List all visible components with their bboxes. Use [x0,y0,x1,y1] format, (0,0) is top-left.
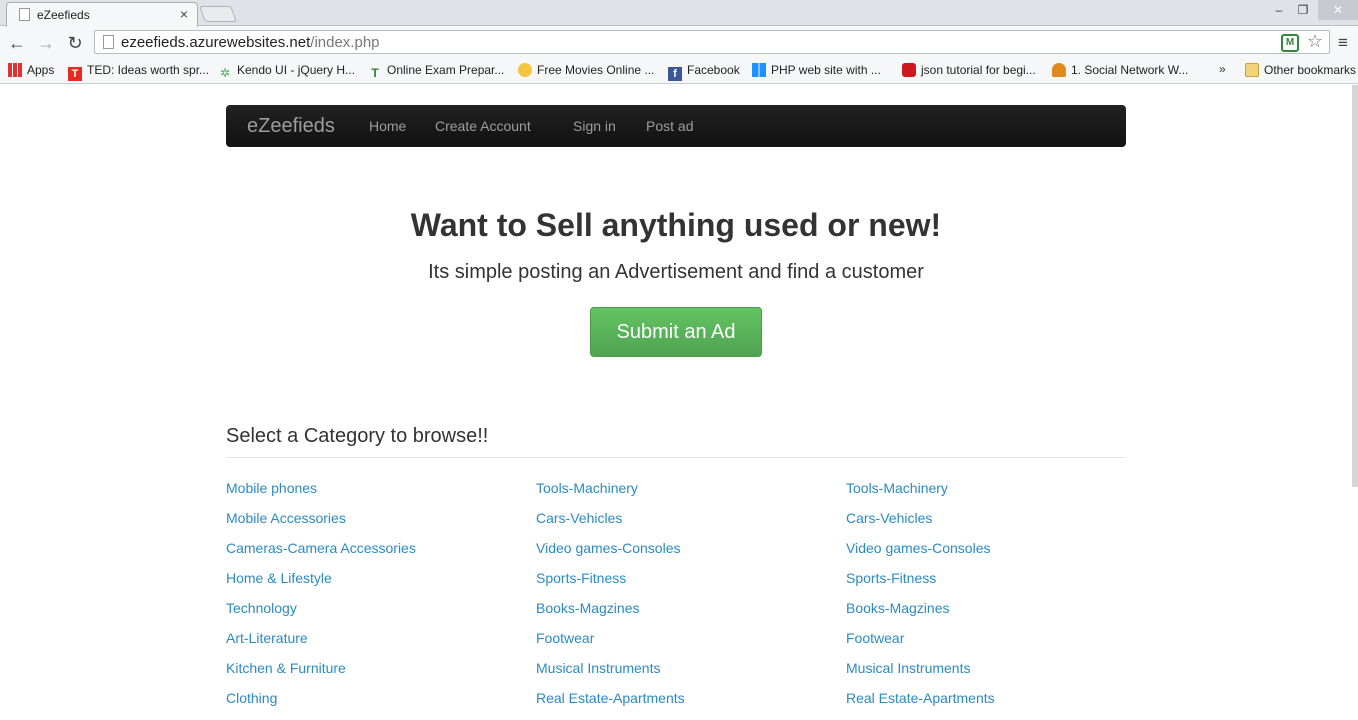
restore-window-icon[interactable]: ❐ [1292,0,1314,20]
submit-ad-button[interactable]: Submit an Ad [590,307,762,357]
bookmark-label: Apps [27,63,55,77]
bookmarks-overflow-icon[interactable]: » [1219,62,1226,76]
windows-icon [752,63,766,77]
bookmark-label: TED: Ideas worth spr... [87,63,210,77]
category-link[interactable]: Footwear [846,630,1146,660]
close-window-icon[interactable]: ✕ [1318,0,1358,20]
category-link[interactable]: Art-Literature [226,630,526,660]
ted-icon: T [68,67,82,81]
bookmark-label: Other bookmarks [1264,63,1357,77]
category-heading: Select a Category to browse!! [226,425,489,447]
bookmark-social-network[interactable]: 1. Social Network W... [1052,63,1188,77]
divider [226,457,1126,458]
nav-home[interactable]: Home [369,118,406,134]
youtube-icon [902,63,916,77]
tab-title: eZeefieds [37,8,90,22]
category-link[interactable]: Tools-Machinery [846,480,1146,510]
forward-arrow-icon[interactable]: → [36,33,56,53]
bookmark-star-icon[interactable]: ☆ [1307,31,1323,52]
extension-icon[interactable]: M [1281,34,1299,52]
page-favicon-icon [19,8,30,21]
hero-subtitle: Its simple posting an Advertisement and … [428,261,924,283]
bookmark-facebook[interactable]: f Facebook [668,63,740,81]
category-link[interactable]: Musical Instruments [536,660,836,690]
category-link[interactable]: Cameras-Camera Accessories [226,540,526,570]
category-link[interactable]: Technology [226,600,526,630]
minimize-window-icon[interactable]: – [1268,0,1290,20]
chrome-menu-icon[interactable]: ≡ [1338,33,1356,53]
site-navbar: eZeefieds Home Create Account Sign in Po… [226,105,1126,147]
category-link[interactable]: Mobile Accessories [226,510,526,540]
category-link[interactable]: Cars-Vehicles [846,510,1146,540]
site-brand[interactable]: eZeefieds [247,115,335,138]
category-link[interactable]: Real Estate-Apartments [846,690,1146,720]
category-link[interactable]: Sports-Fitness [846,570,1146,600]
category-link[interactable]: Home & Lifestyle [226,570,526,600]
category-link[interactable]: Books-Magzines [536,600,836,630]
category-link[interactable]: Kitchen & Furniture [226,660,526,690]
apps-grid-icon [8,63,22,77]
hero-title: Want to Sell anything used or new! [410,207,942,243]
category-column-1: Mobile phones Mobile Accessories Cameras… [226,480,526,720]
bookmark-free-movies[interactable]: Free Movies Online ... [518,63,654,77]
browser-tab[interactable]: eZeefieds × [6,2,198,27]
tab-close-icon[interactable]: × [180,6,188,22]
nav-sign-in[interactable]: Sign in [573,118,616,134]
page-scrollbar[interactable] [1352,85,1358,487]
other-bookmarks[interactable]: Other bookmarks [1245,63,1356,77]
url-host: ezeefieds.azurewebsites.net [121,34,311,51]
folder-icon [1245,63,1259,77]
url-path: /index.php [310,34,380,51]
category-link[interactable]: Tools-Machinery [536,480,836,510]
bookmark-label: Online Exam Prepar... [387,63,505,77]
category-link[interactable]: Books-Magzines [846,600,1146,630]
category-column-2: Tools-Machinery Cars-Vehicles Video game… [536,480,836,720]
bookmark-online-exam[interactable]: T Online Exam Prepar... [368,63,504,80]
page-icon [103,35,114,49]
reload-icon[interactable]: ↻ [65,33,85,53]
back-arrow-icon[interactable]: ← [7,33,27,53]
kendo-icon: ✲ [219,66,231,80]
category-column-3: Tools-Machinery Cars-Vehicles Video game… [846,480,1146,720]
bookmark-label: PHP web site with ... [771,63,881,77]
category-link[interactable]: Real Estate-Apartments [536,690,836,720]
bookmark-label: 1. Social Network W... [1071,63,1189,77]
smiley-icon [518,63,532,77]
bookmark-php[interactable]: PHP web site with ... [752,63,881,77]
browser-toolbar: ← → ↻ ezeefieds.azurewebsites.net/index.… [0,27,1358,58]
bookmark-json[interactable]: json tutorial for begi... [902,63,1036,77]
bookmark-label: json tutorial for begi... [921,63,1036,77]
facebook-icon: f [668,67,682,81]
web-page: eZeefieds Home Create Account Sign in Po… [0,85,1358,710]
category-link[interactable]: Mobile phones [226,480,526,510]
category-link[interactable]: Video games-Consoles [846,540,1146,570]
t-logo-icon: T [371,66,379,80]
category-link[interactable]: Musical Instruments [846,660,1146,690]
social-network-icon [1052,63,1066,77]
bookmark-ted[interactable]: T TED: Ideas worth spr... [68,63,209,81]
url-text[interactable]: ezeefieds.azurewebsites.net/index.php [121,34,380,51]
category-link[interactable]: Footwear [536,630,836,660]
address-bar[interactable]: ezeefieds.azurewebsites.net/index.php M … [94,30,1330,54]
bookmark-kendo[interactable]: ✲ Kendo UI - jQuery H... [218,63,355,80]
category-link[interactable]: Sports-Fitness [536,570,836,600]
new-tab-button[interactable] [199,6,237,22]
bookmark-apps[interactable]: Apps [8,63,54,77]
category-link[interactable]: Cars-Vehicles [536,510,836,540]
category-link[interactable]: Clothing [226,690,526,720]
bookmark-label: Free Movies Online ... [537,63,655,77]
category-link[interactable]: Video games-Consoles [536,540,836,570]
nav-create-account[interactable]: Create Account [435,118,531,134]
nav-post-ad[interactable]: Post ad [646,118,693,134]
bookmarks-bar: Apps T TED: Ideas worth spr... ✲ Kendo UI … [0,58,1358,84]
bookmark-label: Facebook [687,63,740,77]
tab-strip: eZeefieds × – ❐ ✕ [0,0,1358,27]
bookmark-label: Kendo UI - jQuery H... [237,63,356,77]
